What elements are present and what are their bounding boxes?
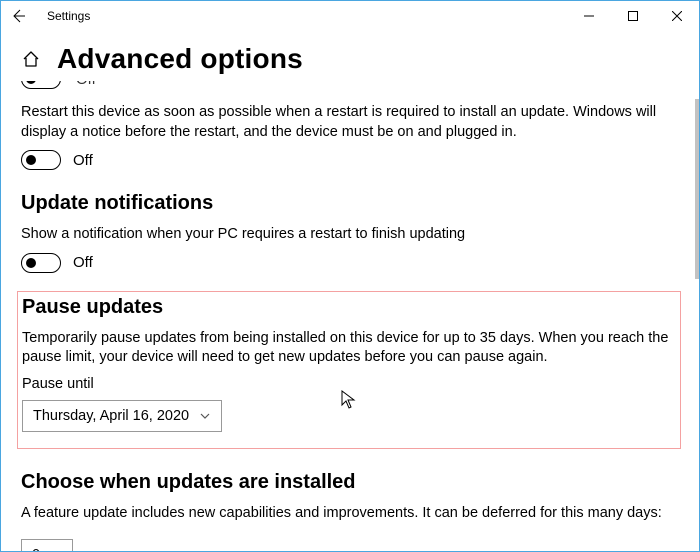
heading-row: Advanced options [21, 43, 679, 75]
home-button[interactable] [21, 49, 41, 69]
notifications-toggle-row: Off [21, 253, 679, 273]
scrollbar-thumb[interactable] [695, 99, 699, 279]
section-heading-pause: Pause updates [22, 296, 672, 319]
pause-description: Temporarily pause updates from being ins… [22, 329, 672, 368]
minimize-button[interactable] [567, 1, 611, 31]
feature-update-description: A feature update includes new capabiliti… [21, 504, 676, 524]
restart-toggle-label: Off [73, 152, 93, 169]
maximize-icon [628, 11, 638, 21]
home-icon [21, 49, 41, 69]
chevron-down-icon [199, 410, 211, 422]
toggle-knob [26, 258, 36, 268]
page-title: Advanced options [57, 43, 303, 75]
toggle-knob [26, 81, 36, 84]
close-icon [672, 11, 682, 21]
section-heading-choose: Choose when updates are installed [21, 471, 679, 494]
maximize-button[interactable] [611, 1, 655, 31]
pause-updates-highlight: Pause updates Temporarily pause updates … [17, 291, 681, 449]
back-arrow-icon [10, 8, 26, 24]
chevron-down-icon [50, 549, 62, 551]
restart-toggle[interactable] [21, 150, 61, 170]
pause-until-label: Pause until [22, 376, 672, 392]
content: Advanced options Off Restart this device… [1, 43, 699, 551]
restart-toggle-row: Off [21, 150, 679, 170]
pause-until-value: Thursday, April 16, 2020 [33, 408, 189, 424]
restart-description: Restart this device as soon as possible … [21, 103, 676, 142]
back-button[interactable] [4, 2, 32, 30]
window-title: Settings [47, 9, 90, 23]
cutoff-toggle-row: Off [21, 81, 679, 97]
notifications-toggle-label: Off [73, 254, 93, 271]
notifications-description: Show a notification when your PC require… [21, 225, 676, 245]
notifications-toggle[interactable] [21, 253, 61, 273]
feature-defer-value: 0 [32, 547, 40, 551]
toggle-knob [26, 155, 36, 165]
minimize-icon [584, 11, 594, 21]
window-buttons [567, 1, 699, 31]
cutoff-toggle[interactable] [21, 81, 61, 89]
pause-until-dropdown[interactable]: Thursday, April 16, 2020 [22, 400, 222, 432]
section-heading-notifications: Update notifications [21, 192, 679, 215]
close-button[interactable] [655, 1, 699, 31]
feature-defer-dropdown[interactable]: 0 [21, 539, 73, 551]
titlebar: Settings [1, 1, 699, 31]
scroll-area: Advanced options Off Restart this device… [1, 31, 699, 551]
cutoff-toggle-label: Off [76, 81, 96, 88]
